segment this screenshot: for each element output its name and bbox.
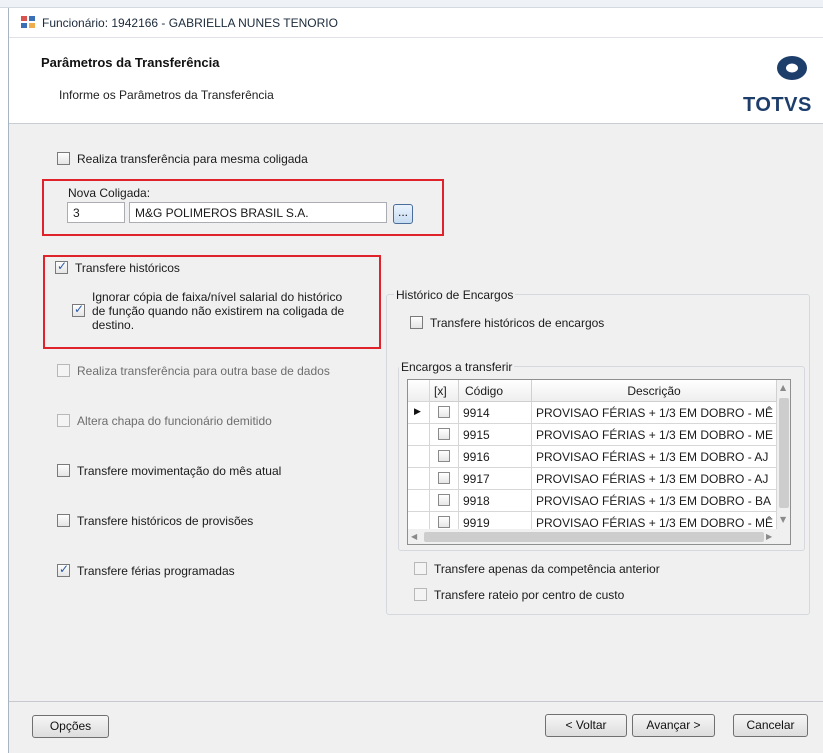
mesma-coligada-checkbox[interactable] <box>57 152 70 165</box>
grid-cell-codigo: 9916 <box>459 446 532 468</box>
grid-cell-descricao: PROVISAO FÉRIAS + 1/3 EM DOBRO - AJ <box>532 446 777 468</box>
page-subtitle: Informe os Parâmetros da Transferência <box>59 88 274 102</box>
row-select-checkbox[interactable] <box>438 406 450 418</box>
transfer-wizard-window: Funcionário: 1942166 - GABRIELLA NUNES T… <box>8 8 823 753</box>
scroll-thumb[interactable] <box>779 398 789 508</box>
transfere-historicos-checkbox[interactable] <box>55 259 68 274</box>
grid-header-descricao[interactable]: Descrição <box>532 380 777 402</box>
transfere-encargos-checkbox[interactable] <box>410 316 423 329</box>
opcoes-button[interactable]: Opções <box>32 715 109 738</box>
grid-cell-descricao: PROVISAO FÉRIAS + 1/3 EM DOBRO - ME <box>532 424 777 446</box>
grid-cell-codigo: 9914 <box>459 402 532 424</box>
encargos-transferir-title: Encargos a transferir <box>399 360 515 374</box>
provisoes-label: Transfere históricos de provisões <box>77 514 254 528</box>
ignorar-copia-label-line3: destino. <box>92 318 135 332</box>
voltar-button[interactable]: < Voltar <box>545 714 627 737</box>
grid-cell-descricao: PROVISAO FÉRIAS + 1/3 EM DOBRO - AJ <box>532 468 777 490</box>
wizard-header: Parâmetros da Transferência Informe os P… <box>9 38 823 124</box>
ignorar-copia-checkbox[interactable] <box>72 302 85 317</box>
grid-row-header <box>408 424 430 446</box>
window-title: Funcionário: 1942166 - GABRIELLA NUNES T… <box>42 16 338 30</box>
grid-cell-codigo: 9915 <box>459 424 532 446</box>
grid-row-select-cell <box>430 468 459 490</box>
transfere-encargos-label: Transfere históricos de encargos <box>430 316 605 330</box>
coligada-name-field[interactable]: M&G POLIMEROS BRASIL S.A. <box>129 202 387 223</box>
grid-row-header <box>408 446 430 468</box>
scroll-left-icon[interactable]: ◀ <box>411 532 417 541</box>
scroll-h-thumb[interactable] <box>424 532 764 542</box>
scroll-up-icon[interactable]: ▲ <box>780 383 786 392</box>
movimentacao-checkbox[interactable] <box>57 464 70 477</box>
mesma-coligada-label: Realiza transferência para mesma coligad… <box>77 152 308 166</box>
grid-horizontal-scrollbar[interactable]: ◀ ▶ <box>408 529 790 544</box>
nova-coligada-label: Nova Coligada: <box>68 186 151 200</box>
row-select-checkbox[interactable] <box>438 516 450 528</box>
competencia-checkbox[interactable] <box>414 562 427 575</box>
grid-cell-descricao: PROVISAO FÉRIAS + 1/3 EM DOBRO - MÊ <box>532 402 777 424</box>
grid-row-indicator: ▶ <box>408 402 430 424</box>
grid-row-select-cell <box>430 490 459 512</box>
coligada-code-field[interactable]: 3 <box>67 202 125 223</box>
grid-row-select-cell <box>430 402 459 424</box>
encargos-group-title: Histórico de Encargos <box>394 288 516 302</box>
grid-header-codigo[interactable]: Código <box>459 380 532 402</box>
title-bar: Funcionário: 1942166 - GABRIELLA NUNES T… <box>9 8 823 38</box>
cancelar-button[interactable]: Cancelar <box>733 714 808 737</box>
grid-row-header <box>408 468 430 490</box>
row-select-checkbox[interactable] <box>438 450 450 462</box>
provisoes-checkbox[interactable] <box>57 514 70 527</box>
encargos-grid[interactable]: [x] Código Descrição ▶ 9914 PROVISAO FÉR… <box>407 379 791 545</box>
altera-chapa-label: Altera chapa do funcionário demitido <box>77 414 272 428</box>
totvs-logo-icon <box>777 56 807 80</box>
ferias-checkbox[interactable] <box>57 562 70 577</box>
ignorar-copia-label-line2: de função quando não existirem na coliga… <box>92 304 345 318</box>
transfere-historicos-label: Transfere históricos <box>75 261 180 275</box>
outra-base-checkbox[interactable] <box>57 364 70 377</box>
rateio-label: Transfere rateio por centro de custo <box>434 588 625 602</box>
outra-base-label: Realiza transferência para outra base de… <box>77 364 330 378</box>
grid-row-header <box>408 490 430 512</box>
totvs-logo-text: TOTVS <box>743 94 812 116</box>
rateio-checkbox[interactable] <box>414 588 427 601</box>
grid-cell-codigo: 9917 <box>459 468 532 490</box>
app-icon <box>21 16 35 28</box>
row-select-checkbox[interactable] <box>438 428 450 440</box>
grid-corner <box>408 380 430 402</box>
grid-vertical-scrollbar[interactable]: ▲ ▼ <box>777 380 790 529</box>
scroll-right-icon[interactable]: ▶ <box>766 532 772 541</box>
grid-cell-descricao: PROVISAO FÉRIAS + 1/3 EM DOBRO - BA <box>532 490 777 512</box>
background-window-strip <box>0 0 823 8</box>
grid-header-select[interactable]: [x] <box>430 380 459 402</box>
movimentacao-label: Transfere movimentação do mês atual <box>77 464 282 478</box>
altera-chapa-checkbox[interactable] <box>57 414 70 427</box>
grid-row-select-cell <box>430 424 459 446</box>
footer-separator <box>9 701 823 702</box>
ignorar-copia-label-line1: Ignorar cópia de faixa/nível salarial do… <box>92 290 343 304</box>
grid-cell-codigo: 9918 <box>459 490 532 512</box>
avancar-button[interactable]: Avançar > <box>632 714 715 737</box>
page-title: Parâmetros da Transferência <box>41 55 220 70</box>
row-select-checkbox[interactable] <box>438 472 450 484</box>
ferias-label: Transfere férias programadas <box>77 564 235 578</box>
coligada-lookup-button[interactable]: ... <box>393 204 413 224</box>
competencia-label: Transfere apenas da competência anterior <box>434 562 660 576</box>
row-select-checkbox[interactable] <box>438 494 450 506</box>
scroll-down-icon[interactable]: ▼ <box>780 515 786 524</box>
grid-row-select-cell <box>430 446 459 468</box>
